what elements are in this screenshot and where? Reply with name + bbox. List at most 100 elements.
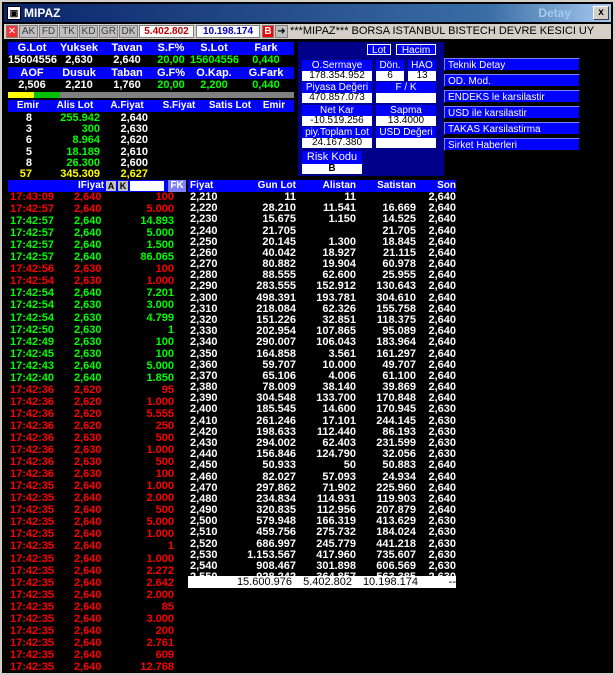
sapma-value: 13.4000: [376, 116, 436, 126]
trade-time: 17:42:57: [10, 203, 55, 216]
trade-price: 2,630: [74, 444, 102, 457]
summary-label-1: Yuksek: [60, 42, 98, 54]
summary-value-2: 1,760: [113, 79, 141, 91]
trade-lot: 1.000: [146, 552, 174, 565]
trade-price: 2,630: [74, 311, 102, 324]
trade-lot: 500: [155, 432, 174, 444]
toolbar-button-ak[interactable]: AK: [19, 25, 38, 38]
toplam-value: 24.167.380: [302, 138, 372, 148]
trade-price: 2,640: [74, 600, 102, 613]
arrow-icon[interactable]: ➜: [275, 25, 288, 38]
trade-lot: 250: [155, 419, 174, 432]
trade-time: 17:42:35: [10, 588, 55, 601]
trade-price: 2,630: [74, 323, 102, 336]
summary-label-2: O.Kap.: [190, 67, 238, 79]
trade-price: 2,640: [74, 552, 102, 565]
summary-label-2: Dusuk: [56, 67, 102, 79]
dist-header-cell: Satistan: [377, 180, 416, 191]
trade-time: 17:42:35: [10, 648, 55, 661]
menu-item-4[interactable]: TAKAS Karsilastirma: [444, 122, 580, 135]
trade-lot: 500: [155, 456, 174, 469]
total-cell: 15.600.976: [236, 576, 292, 588]
trade-lot: 5.000: [146, 227, 174, 240]
lot-button[interactable]: Lot: [367, 44, 391, 56]
trades-filter-input[interactable]: [130, 181, 164, 191]
toolbar-button-gr[interactable]: GR: [99, 25, 118, 38]
trade-time: 17:42:36: [10, 456, 55, 469]
window-title: MIPAZ: [24, 6, 61, 20]
menu-item-5[interactable]: Sirket Haberleri: [444, 138, 580, 151]
trade-lot: 5.000: [146, 203, 174, 216]
trade-time: 17:42:36: [10, 407, 55, 420]
trade-price: 2,640: [74, 359, 102, 372]
depth-header-cell: A.Fiyat: [110, 100, 144, 111]
trade-price: 2,640: [74, 287, 102, 300]
trade-lot: 200: [155, 624, 174, 637]
piyasa-value: 470.857.073: [302, 93, 372, 103]
trade-price: 2,630: [74, 347, 102, 360]
trade-time: 17:42:35: [10, 624, 55, 637]
b-button[interactable]: B: [262, 25, 274, 38]
trade-time: 17:42:36: [10, 419, 55, 432]
trade-time: 17:42:43: [10, 359, 55, 372]
trades-k-button[interactable]: K: [118, 181, 128, 191]
trade-lot: 1.000: [146, 444, 174, 457]
menu-item-3[interactable]: USD ile karsilastir: [444, 106, 580, 119]
trade-price: 2,620: [74, 383, 102, 396]
trade-time: 17:43:09: [10, 191, 55, 203]
trade-price: 2,630: [74, 456, 102, 469]
toolbar-button-dk[interactable]: DK: [119, 25, 138, 38]
close-button[interactable]: x: [593, 6, 609, 20]
trade-lot: 100: [155, 347, 174, 360]
summary-value-1: 2,640: [113, 54, 141, 66]
menu-item-1[interactable]: OD. Mod.: [444, 74, 580, 87]
menu-item-2[interactable]: ENDEKS le karsilastir: [444, 90, 580, 103]
toolbar-button-kd[interactable]: KD: [79, 25, 98, 38]
trade-lot: 100: [155, 263, 174, 276]
summary-value-2: 0,440: [252, 79, 280, 91]
trade-lot: 1.000: [146, 275, 174, 288]
trade-price: 2,640: [74, 492, 102, 505]
usd-value: [376, 138, 436, 148]
usd-label: USD Değeri: [376, 127, 436, 138]
trade-time: 17:42:35: [10, 552, 55, 565]
trade-time: 17:42:35: [10, 480, 55, 493]
news-ticker: ***MIPAZ*** BORSA ISTANBUL BISTECH DEVRE…: [290, 25, 595, 37]
trade-price: 2,630: [74, 275, 102, 288]
trade-lot: 5.555: [146, 407, 174, 420]
summary-label-2: AOF: [8, 67, 56, 79]
trade-price: 2,630: [74, 299, 102, 312]
total-cell: 10.198.174: [362, 576, 418, 588]
trade-price: 2,640: [74, 636, 102, 649]
toolbar-button-fd[interactable]: FD: [39, 25, 58, 38]
trade-time: 17:42:57: [10, 251, 55, 264]
trade-price: 2,640: [74, 660, 102, 673]
summary-value-2: 2,506: [18, 79, 46, 91]
trade-time: 17:42:56: [10, 263, 55, 276]
close-icon[interactable]: ✕: [6, 25, 18, 38]
summary-value-2: 2,200: [200, 79, 228, 91]
trade-lot: 1.000: [146, 528, 174, 541]
trade-lot: 14.893: [140, 215, 174, 228]
summary-value-1: 0,440: [252, 54, 280, 66]
trade-lot: 2.761: [146, 636, 174, 649]
trade-price: 2,640: [74, 251, 102, 264]
trade-price: 2,620: [74, 395, 102, 408]
depth-emir: 57: [19, 168, 32, 180]
menu-item-0[interactable]: Teknik Detay: [444, 58, 580, 71]
trade-price: 2,620: [74, 407, 102, 420]
alis-volume-field: 5.402.802: [139, 25, 194, 38]
trade-lot: 86.065: [140, 251, 174, 264]
trades-a-button[interactable]: A: [106, 181, 116, 191]
trade-time: 17:42:54: [10, 275, 55, 288]
title-bar[interactable]: ▣ MIPAZ Detay x: [4, 4, 611, 22]
trade-price: 2,640: [74, 203, 102, 216]
trade-price: 2,640: [74, 588, 102, 601]
summary-label-2: Taban: [102, 67, 152, 79]
toolbar-button-tk[interactable]: TK: [59, 25, 78, 38]
trade-price: 2,630: [74, 432, 102, 444]
trade-price: 2,640: [74, 540, 102, 553]
trade-time: 17:42:36: [10, 432, 55, 444]
hacim-button[interactable]: Hacim: [396, 44, 436, 56]
depth-header-cell: S.Fiyat: [162, 100, 196, 111]
